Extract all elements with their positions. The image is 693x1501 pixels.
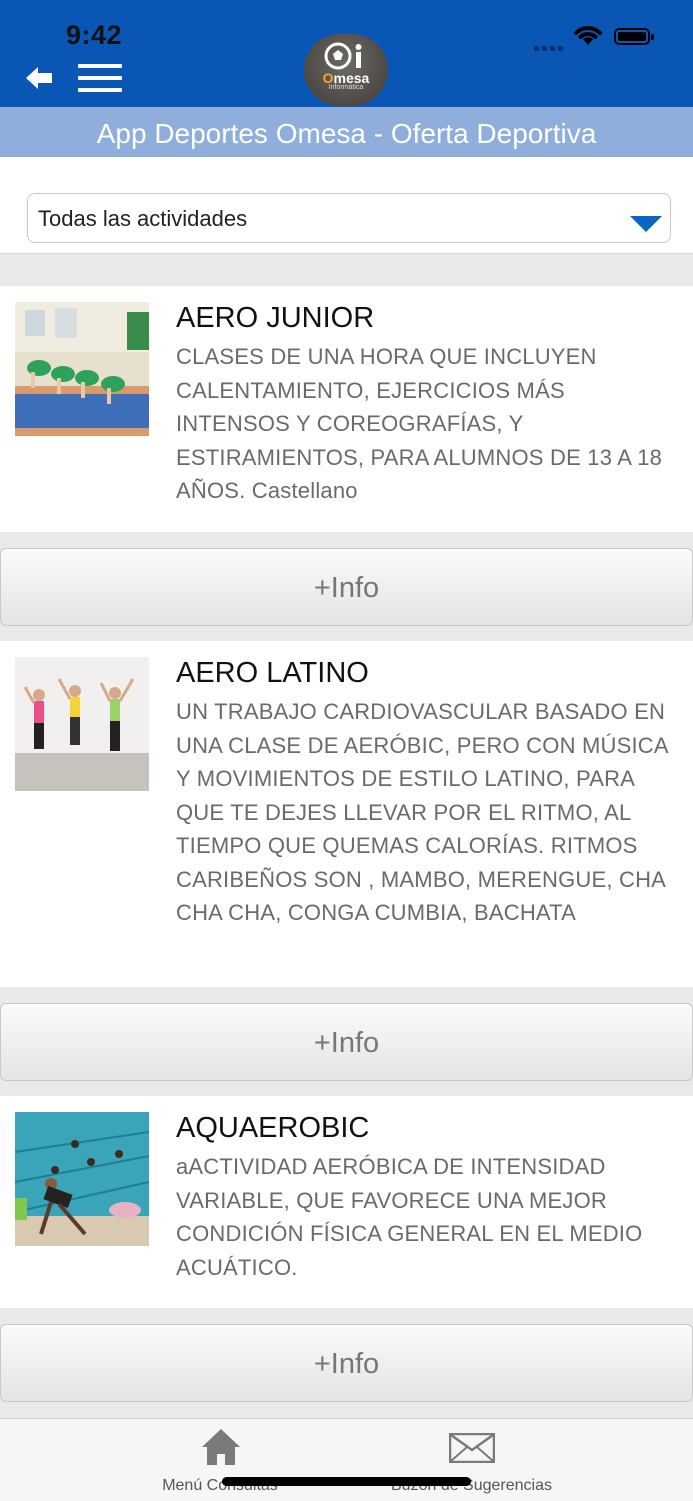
- omesa-logo: Omesa Informática: [304, 34, 388, 106]
- home-icon: [202, 1429, 240, 1465]
- cellular-signal-icon: [534, 38, 566, 56]
- activity-card: AQUAEROBIC aACTIVIDAD AERÓBICA DE INTENS…: [0, 1096, 693, 1308]
- tab-buzon-sugerencias[interactable]: Buzón de Sugerencias: [370, 1419, 573, 1501]
- activity-description: aACTIVIDAD AERÓBICA DE INTENSIDAD VARIAB…: [176, 1154, 643, 1280]
- wifi-icon: [574, 26, 602, 45]
- home-indicator: [222, 1477, 471, 1486]
- activity-title: AERO JUNIOR: [176, 302, 375, 334]
- activity-filter-value: Todas las actividades: [38, 206, 248, 231]
- activity-card: AERO LATINO UN TRABAJO CARDIOVASCULAR BA…: [0, 641, 693, 987]
- battery-icon: [614, 28, 654, 45]
- tab-menu-consultas[interactable]: Menú Consultas: [120, 1419, 320, 1501]
- activity-card: AERO JUNIOR CLASES DE UNA HORA QUE INCLU…: [0, 286, 693, 532]
- activity-description: CLASES DE UNA HORA QUE INCLUYEN CALENTAM…: [176, 344, 663, 503]
- hamburger-menu-icon[interactable]: [78, 60, 122, 96]
- more-info-button[interactable]: +Info: [0, 1003, 693, 1081]
- activity-image-aero-latino: [15, 657, 149, 791]
- activity-description: UN TRABAJO CARDIOVASCULAR BASADO EN UNA …: [176, 699, 668, 925]
- chevron-down-icon: [630, 216, 662, 232]
- soccer-ball-icon: [324, 42, 362, 70]
- page-title: App Deportes Omesa - Oferta Deportiva: [0, 107, 693, 157]
- logo-sub-text: Informática: [328, 84, 364, 91]
- top-bar: 9:42 Omesa Informática: [0, 0, 693, 107]
- activity-filter-select[interactable]: Todas las actividades: [27, 193, 671, 243]
- envelope-icon: [449, 1433, 495, 1463]
- status-time: 9:42: [66, 20, 123, 50]
- more-info-button[interactable]: +Info: [0, 548, 693, 626]
- activity-image-aquaerobic: [15, 1112, 149, 1246]
- filter-area: Todas las actividades: [0, 157, 693, 254]
- back-arrow-icon[interactable]: [22, 62, 56, 94]
- activity-title: AQUAEROBIC: [176, 1112, 370, 1144]
- more-info-button[interactable]: +Info: [0, 1324, 693, 1402]
- activity-title: AERO LATINO: [176, 657, 369, 689]
- bottom-tab-bar: Menú Consultas Buzón de Sugerencias: [0, 1418, 693, 1501]
- activity-image-aero-junior: [15, 302, 149, 436]
